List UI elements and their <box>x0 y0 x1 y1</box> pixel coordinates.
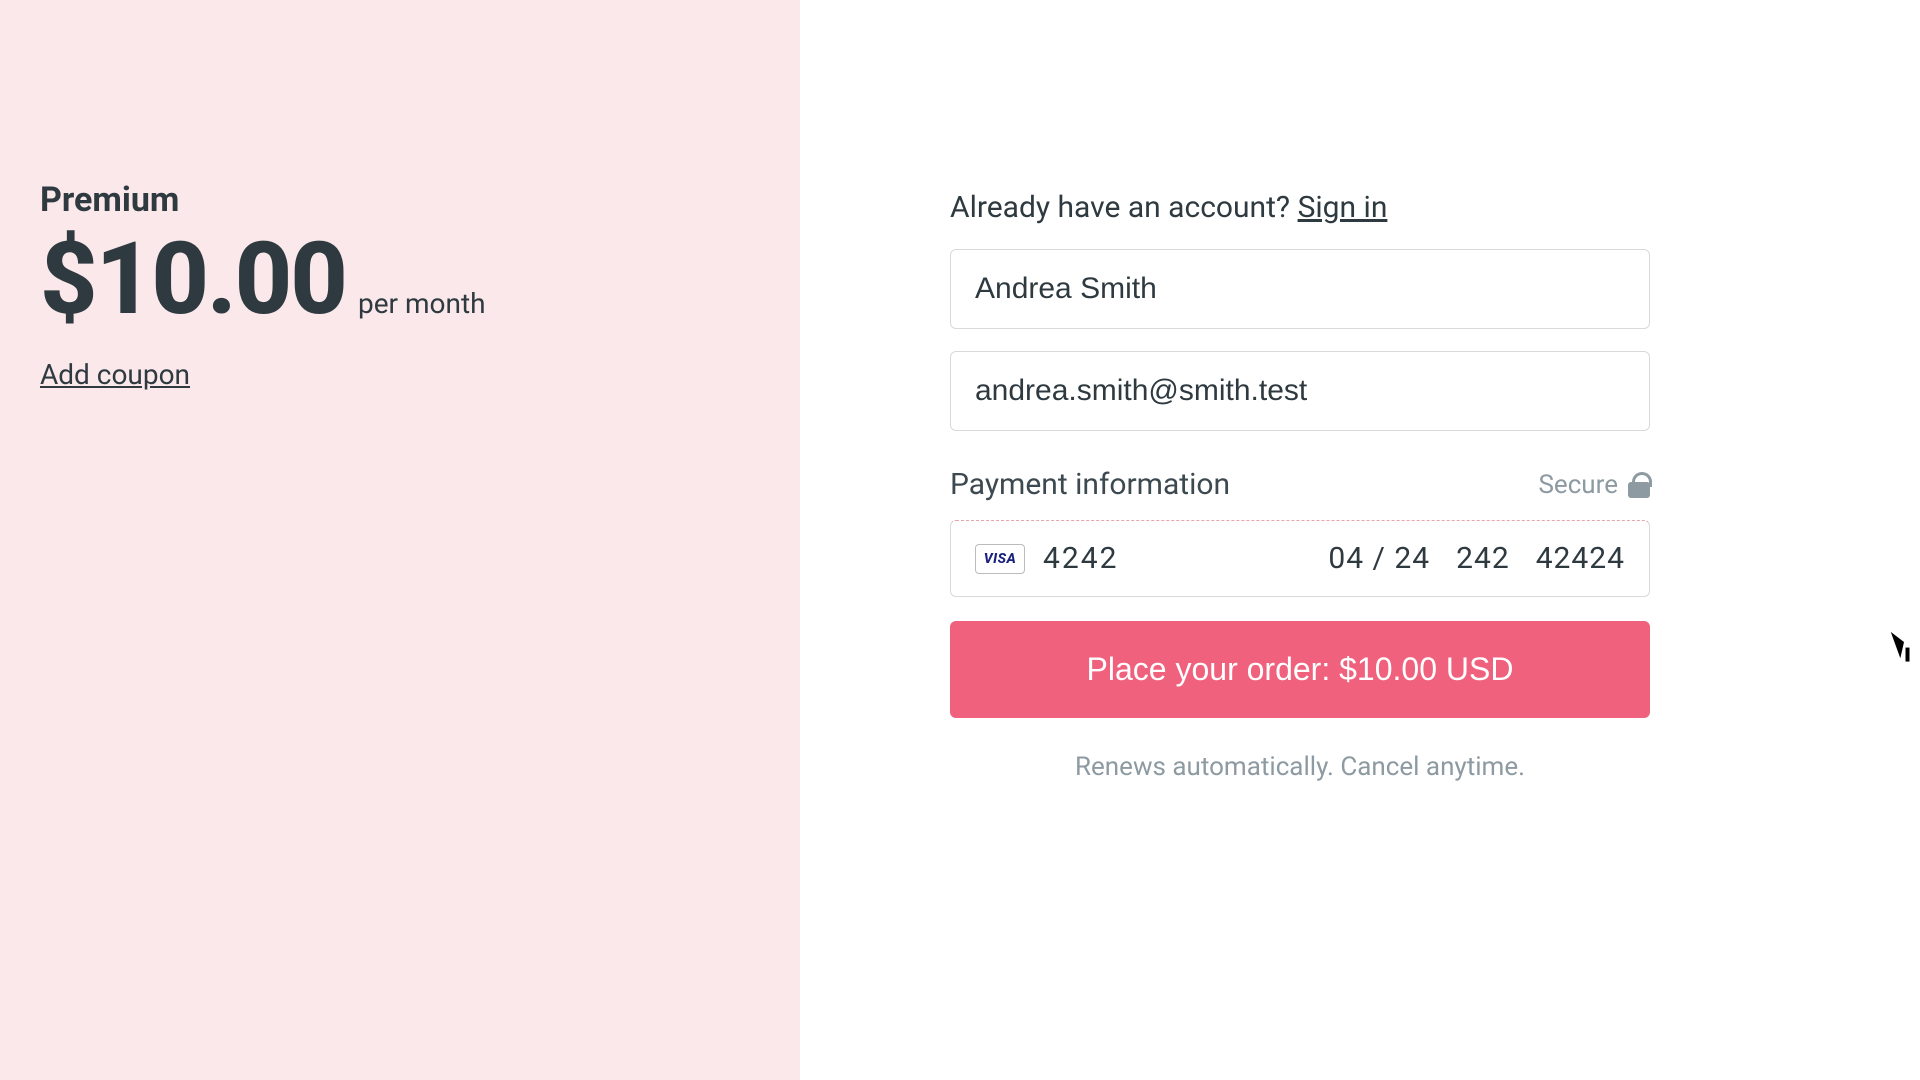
secure-label: Secure <box>1538 470 1618 500</box>
card-expiry-input[interactable]: 04 / 24 <box>1328 541 1430 576</box>
secure-indicator: Secure <box>1538 470 1650 500</box>
account-prompt-text: Already have an account? <box>950 190 1298 225</box>
checkout-form: Already have an account? Sign in Payment… <box>950 190 1650 782</box>
checkout-page: Premium $10.00 per month Add coupon Alre… <box>0 0 1920 1080</box>
payment-title: Payment information <box>950 467 1230 502</box>
name-input[interactable] <box>950 249 1650 329</box>
account-prompt-row: Already have an account? Sign in <box>950 190 1650 225</box>
place-order-button[interactable]: Place your order: $10.00 USD <box>950 621 1650 718</box>
card-zip-input[interactable]: 42424 <box>1536 541 1625 576</box>
mouse-cursor-icon <box>1891 626 1917 658</box>
email-input[interactable] <box>950 351 1650 431</box>
sign-in-link[interactable]: Sign in <box>1298 190 1388 225</box>
renewal-note: Renews automatically. Cancel anytime. <box>950 752 1650 782</box>
card-input-row[interactable]: VISA 4242 04 / 24 242 42424 <box>950 520 1650 597</box>
price-period: per month <box>358 287 486 320</box>
lock-icon <box>1628 472 1650 498</box>
plan-name: Premium <box>40 180 760 220</box>
price-amount: $10.00 <box>40 230 346 330</box>
payment-header: Payment information Secure <box>950 467 1650 502</box>
card-cvc-input[interactable]: 242 <box>1456 541 1510 576</box>
order-summary-panel: Premium $10.00 per month Add coupon <box>0 0 800 1080</box>
checkout-form-panel: Already have an account? Sign in Payment… <box>800 0 1920 1080</box>
price-row: $10.00 per month <box>40 230 760 330</box>
add-coupon-link[interactable]: Add coupon <box>40 358 190 391</box>
visa-icon: VISA <box>975 544 1025 574</box>
card-number-input[interactable]: 4242 <box>1043 541 1310 576</box>
